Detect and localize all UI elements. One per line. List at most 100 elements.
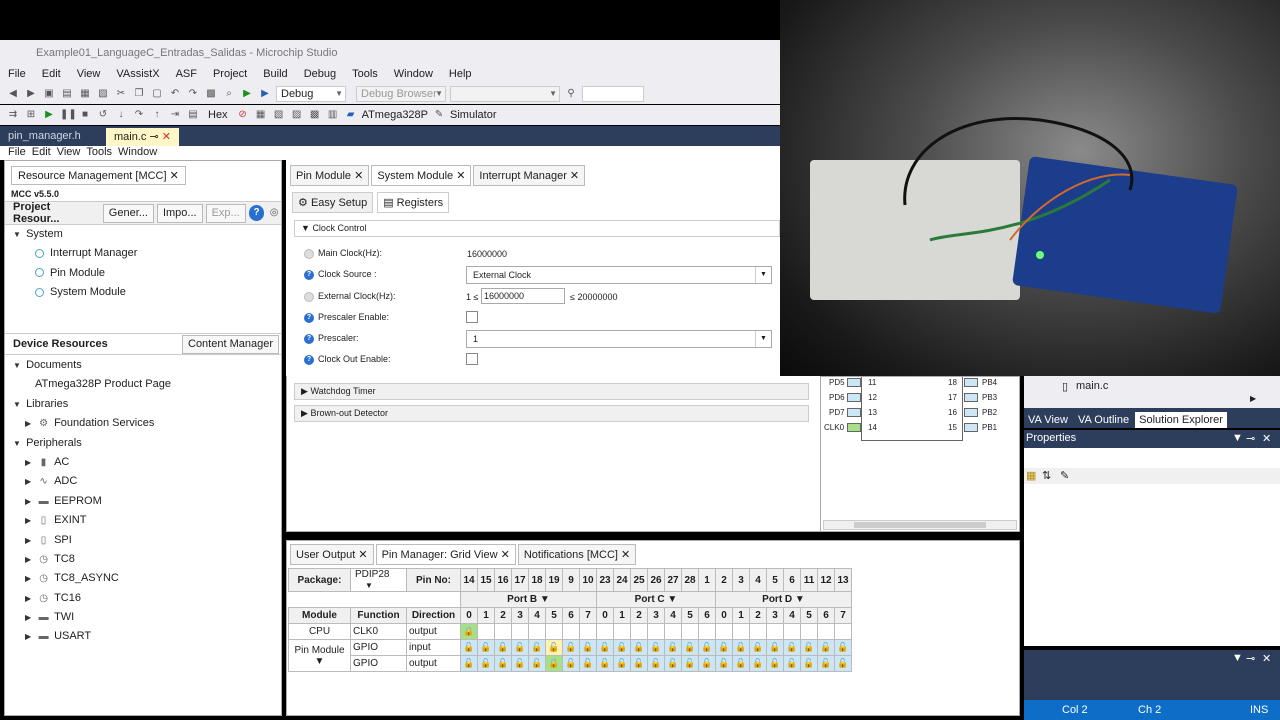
pin-cell[interactable] <box>596 623 614 640</box>
section-watchdog-timer[interactable]: ▶ Watchdog Timer <box>294 383 809 400</box>
pin-cell[interactable] <box>613 623 631 640</box>
processor-icon[interactable]: ▩ <box>308 108 322 122</box>
collapse-icon[interactable]: ▶ <box>25 414 35 433</box>
menu-help[interactable]: Help <box>441 67 480 84</box>
prescaler-enable-checkbox[interactable] <box>466 311 478 323</box>
registers-icon[interactable]: ▨ <box>290 108 304 122</box>
port-d-header[interactable]: Port D ▼ <box>715 591 852 608</box>
horizontal-scrollbar[interactable] <box>823 520 1017 530</box>
tree-item-exint[interactable]: ▶ ▯ EXINT <box>5 511 281 530</box>
copy-icon[interactable]: ❐ <box>132 87 146 101</box>
pin-cell[interactable] <box>766 623 784 640</box>
content-manager-button[interactable]: Content Manager <box>182 334 279 354</box>
menu-asf[interactable]: ASF <box>168 67 205 84</box>
undo-icon[interactable]: ↶ <box>168 87 182 101</box>
prescaler-select[interactable]: 1 ▼ <box>466 330 772 348</box>
clock-source-select[interactable]: External Clock ▼ <box>466 266 772 284</box>
tab-system-module[interactable]: System Module ✕ <box>371 165 472 186</box>
pin-cell[interactable] <box>562 623 580 640</box>
pin-cell[interactable] <box>681 623 699 640</box>
unlock-icon[interactable]: 🔓 <box>698 639 716 656</box>
alphabetical-icon[interactable]: ⇅ <box>1042 469 1051 482</box>
pin-cell[interactable] <box>545 623 563 640</box>
device-label[interactable]: ATmega328P <box>362 109 428 121</box>
unlock-icon[interactable]: 🔓 <box>630 639 648 656</box>
tab-user-output[interactable]: User Output ✕ <box>290 544 374 565</box>
tab-pin-manager-grid[interactable]: Pin Manager: Grid View ✕ <box>375 544 516 565</box>
collapse-icon[interactable]: ▶ <box>25 453 35 472</box>
watch-icon[interactable]: ▧ <box>272 108 286 122</box>
start-debug-icon[interactable]: ▶ <box>240 87 254 101</box>
save-all-icon[interactable]: ▧ <box>96 87 110 101</box>
collapse-icon[interactable]: ▶ <box>25 550 35 569</box>
step-into-icon[interactable]: ↓ <box>114 108 128 122</box>
pin-cell[interactable] <box>494 623 512 640</box>
close-icon[interactable]: ✕ <box>1262 432 1271 445</box>
pin-cell[interactable] <box>511 623 529 640</box>
pin-box[interactable] <box>964 378 978 387</box>
unlock-icon[interactable]: 🔓 <box>630 655 648 672</box>
menu-view[interactable]: View <box>69 67 109 84</box>
tree-item-spi[interactable]: ▶ ▯ SPI <box>5 531 281 550</box>
expand-icon[interactable]: ▼ <box>13 395 23 414</box>
io-view-icon[interactable]: ▥ <box>326 108 340 122</box>
pin-cell[interactable] <box>647 623 665 640</box>
pin-cell[interactable] <box>528 623 546 640</box>
pin-box[interactable] <box>847 408 861 417</box>
port-b-header[interactable]: Port B ▼ <box>460 591 597 608</box>
help-icon[interactable]: ? <box>304 334 314 344</box>
unlock-icon[interactable]: 🔓 <box>613 639 631 656</box>
pin-cell[interactable] <box>698 623 716 640</box>
tree-item-twi[interactable]: ▶ ▬ TWI <box>5 608 281 627</box>
unlock-icon[interactable]: 🔓 <box>749 639 767 656</box>
pin-cell[interactable] <box>800 623 818 640</box>
tab-pin-module[interactable]: Pin Module ✕ <box>290 165 370 186</box>
unlock-icon[interactable]: 🔓 <box>579 639 597 656</box>
pin-cell[interactable] <box>749 623 767 640</box>
menu-project[interactable]: Project <box>205 67 255 84</box>
unlock-icon[interactable]: 🔓 <box>783 639 801 656</box>
pin-cell[interactable] <box>817 623 835 640</box>
unlock-icon[interactable]: 🔓 <box>698 655 716 672</box>
clock-out-enable-checkbox[interactable] <box>466 353 478 365</box>
categorized-icon[interactable]: ▦ <box>1026 469 1036 482</box>
collapse-icon[interactable]: ▶ <box>25 627 35 646</box>
menu-edit[interactable]: Edit <box>34 67 69 84</box>
unlock-icon[interactable]: 🔓 <box>647 655 665 672</box>
hex-button[interactable]: Hex <box>204 109 232 121</box>
back-icon[interactable]: ◀ <box>6 87 20 101</box>
tree-item-tc16[interactable]: ▶ ◷ TC16 <box>5 589 281 608</box>
zoom-icon[interactable]: ⌕ <box>222 87 236 101</box>
open-icon[interactable]: ▤ <box>60 87 74 101</box>
close-icon[interactable]: ✕ <box>354 170 363 182</box>
device-programming-icon[interactable]: ▩ <box>204 87 218 101</box>
unlock-icon[interactable]: 🔓 <box>613 655 631 672</box>
pin-icon[interactable]: ⊸ <box>149 131 158 143</box>
unlock-icon[interactable]: 🔓 <box>766 639 784 656</box>
help-icon[interactable]: ? <box>304 313 314 323</box>
tab-solution-explorer[interactable]: Solution Explorer <box>1135 412 1227 428</box>
tab-registers[interactable]: ▤ Registers <box>377 192 450 213</box>
continue-icon[interactable]: ▶ <box>42 108 56 122</box>
tree-item-product-page[interactable]: ATmega328P Product Page <box>5 375 281 394</box>
external-clock-input[interactable]: 16000000 <box>481 288 565 304</box>
collapse-icon[interactable]: ▶ <box>25 569 35 588</box>
lock-icon[interactable]: 🔒 <box>545 655 563 672</box>
tree-item-eeprom[interactable]: ▶ ▬ EEPROM <box>5 492 281 511</box>
help-icon[interactable]: ? <box>304 355 314 365</box>
close-icon[interactable]: ✕ <box>570 170 579 182</box>
scrollbar-thumb[interactable] <box>854 522 986 528</box>
port-c-header[interactable]: Port C ▼ <box>596 591 716 608</box>
tab-main-c[interactable]: main.c ⊸ ✕ <box>106 128 179 146</box>
unlock-icon[interactable]: 🔓 <box>681 655 699 672</box>
unlock-icon[interactable]: 🔓 <box>800 655 818 672</box>
tab-interrupt-manager[interactable]: Interrupt Manager ✕ <box>473 165 586 186</box>
unlock-icon[interactable]: 🔓 <box>477 655 495 672</box>
platform-select[interactable]: ▼ <box>450 86 560 102</box>
close-icon[interactable]: ✕ <box>170 170 179 182</box>
collapse-icon[interactable]: ▶ <box>25 589 35 608</box>
unlock-icon[interactable]: 🔓 <box>664 639 682 656</box>
unlock-icon[interactable]: 🔓 <box>647 639 665 656</box>
pin-cell[interactable] <box>630 623 648 640</box>
mcc-menu-file[interactable]: File <box>8 146 26 160</box>
